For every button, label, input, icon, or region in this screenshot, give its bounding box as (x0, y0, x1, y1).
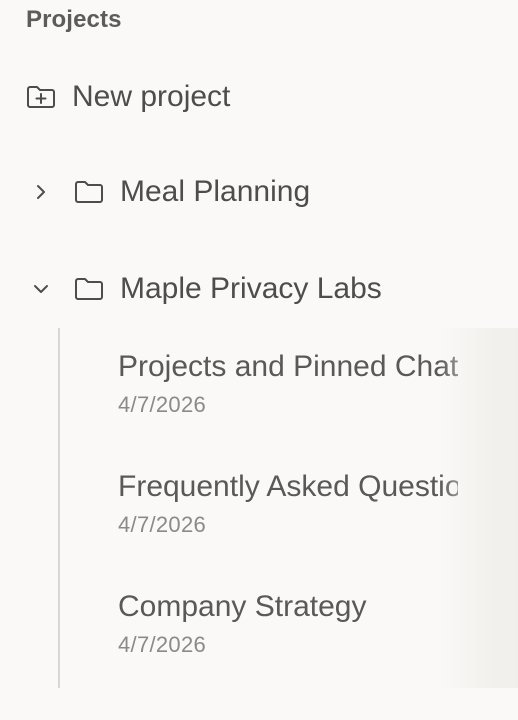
new-project-button[interactable]: New project (26, 73, 230, 121)
chat-date: 4/7/2026 (118, 512, 207, 537)
chat-title: Frequently Asked Questions (118, 470, 458, 503)
section-title: Projects (26, 6, 122, 33)
chat-item[interactable]: Company Strategy 4/7/2026 (118, 588, 458, 658)
project-name: Maple Privacy Labs (120, 272, 382, 305)
project-chat-list: Projects and Pinned Chats 4/7/2026 Frequ… (58, 328, 518, 688)
folder-icon (72, 274, 106, 304)
folder-icon (72, 177, 106, 207)
chat-date: 4/7/2026 (118, 392, 207, 417)
chat-item[interactable]: Projects and Pinned Chats 4/7/2026 (118, 348, 458, 418)
folder-plus-icon (24, 82, 58, 112)
project-maple-privacy-labs[interactable]: Maple Privacy Labs (26, 265, 382, 313)
chevron-down-icon[interactable] (26, 274, 56, 304)
chat-title: Company Strategy (118, 590, 367, 623)
chat-title: Projects and Pinned Chats (118, 350, 458, 383)
chat-item[interactable]: Frequently Asked Questions 4/7/2026 (118, 468, 458, 538)
chevron-right-icon[interactable] (26, 177, 56, 207)
chat-date: 4/7/2026 (118, 632, 207, 657)
project-meal-planning[interactable]: Meal Planning (26, 168, 310, 216)
project-name: Meal Planning (120, 175, 311, 208)
new-project-label: New project (72, 80, 231, 113)
